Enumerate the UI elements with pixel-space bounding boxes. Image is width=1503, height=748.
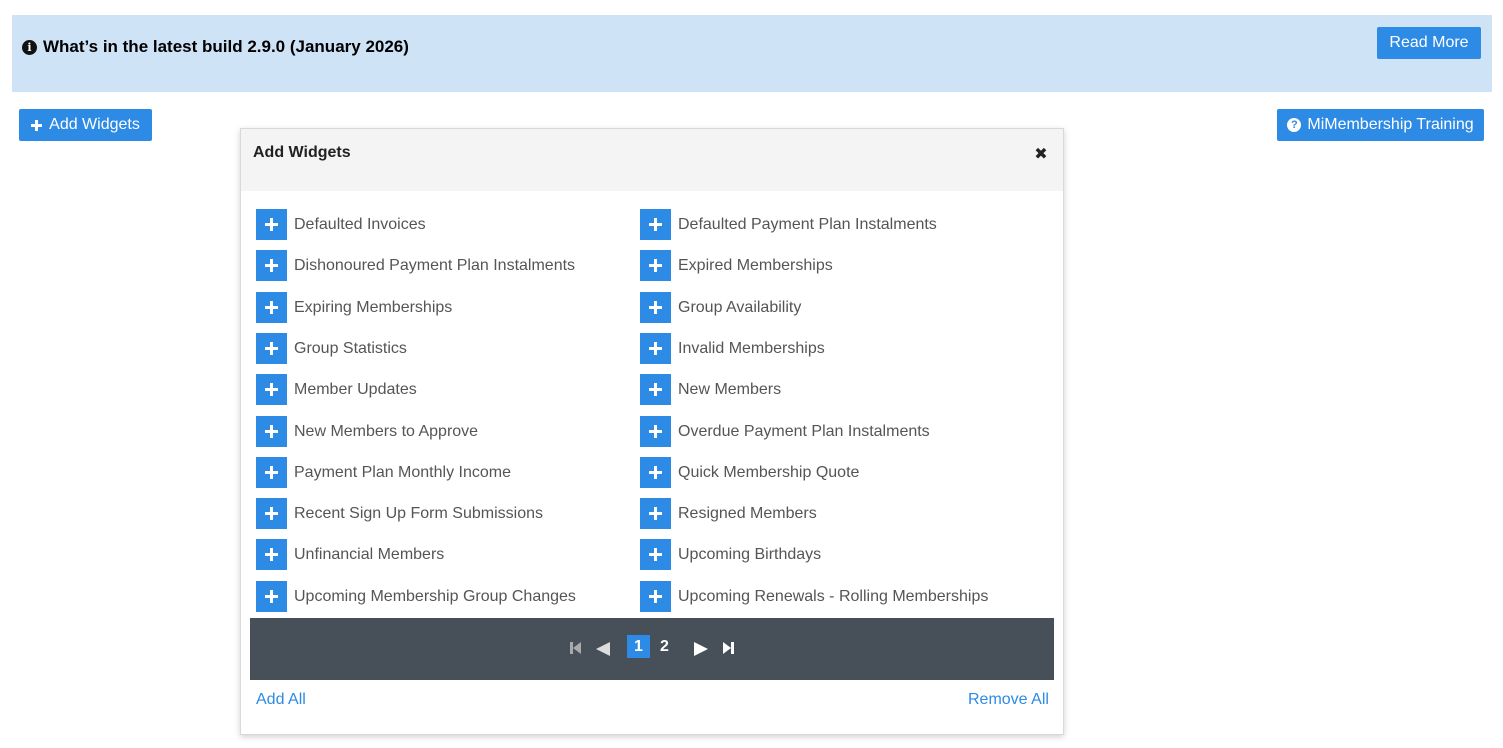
widget-label: Expired Memberships — [678, 256, 833, 274]
banner-title-row: i What’s in the latest build 2.9.0 (Janu… — [22, 37, 409, 57]
modal-title: Add Widgets — [253, 144, 351, 161]
add-widget-plus-icon[interactable] — [640, 333, 671, 364]
add-widget-plus-icon[interactable] — [256, 457, 287, 488]
widget-item[interactable]: Unfinancial Members — [256, 539, 444, 570]
close-icon[interactable]: ✖ — [1033, 146, 1049, 162]
widget-label: Defaulted Invoices — [294, 215, 426, 233]
add-widget-plus-icon[interactable] — [256, 333, 287, 364]
widget-label: Upcoming Membership Group Changes — [294, 587, 576, 605]
widget-item[interactable]: Expiring Memberships — [256, 292, 452, 323]
widget-label: Overdue Payment Plan Instalments — [678, 422, 930, 440]
add-widget-plus-icon[interactable] — [256, 581, 287, 612]
widget-item[interactable]: Expired Memberships — [640, 250, 833, 281]
widget-label: Upcoming Birthdays — [678, 545, 822, 563]
widget-item[interactable]: Resigned Members — [640, 498, 817, 529]
widget-label: Resigned Members — [678, 504, 817, 522]
widget-item[interactable]: Upcoming Membership Group Changes — [256, 581, 576, 612]
add-widget-plus-icon[interactable] — [640, 374, 671, 405]
add-widget-plus-icon[interactable] — [640, 498, 671, 529]
add-widget-plus-icon[interactable] — [640, 250, 671, 281]
remove-all-link[interactable]: Remove All — [968, 691, 1049, 709]
widget-label: Quick Membership Quote — [678, 463, 860, 481]
widget-label: Dishonoured Payment Plan Instalments — [294, 256, 576, 274]
widget-label: Recent Sign Up Form Submissions — [294, 504, 543, 522]
add-widget-plus-icon[interactable] — [640, 292, 671, 323]
widget-label: New Members — [678, 380, 782, 398]
widget-item[interactable]: Member Updates — [256, 374, 417, 405]
add-widgets-label: Add Widgets — [49, 116, 140, 133]
add-widgets-button[interactable]: Add Widgets — [19, 109, 152, 141]
widget-item[interactable]: Quick Membership Quote — [640, 457, 859, 488]
add-widget-plus-icon[interactable] — [640, 581, 671, 612]
release-banner: i What’s in the latest build 2.9.0 (Janu… — [12, 15, 1492, 92]
widget-item[interactable]: Payment Plan Monthly Income — [256, 457, 511, 488]
widget-item[interactable]: Defaulted Invoices — [256, 209, 426, 240]
add-widget-plus-icon[interactable] — [640, 457, 671, 488]
widget-label: Group Availability — [678, 298, 802, 316]
add-widget-plus-icon[interactable] — [256, 250, 287, 281]
add-all-link[interactable]: Add All — [256, 691, 306, 709]
question-circle-icon: ? — [1287, 118, 1302, 132]
add-widget-plus-icon[interactable] — [256, 209, 287, 240]
widget-label: Defaulted Payment Plan Instalments — [678, 215, 937, 233]
add-widget-plus-icon[interactable] — [640, 209, 671, 240]
widget-item[interactable]: Recent Sign Up Form Submissions — [256, 498, 543, 529]
add-widget-plus-icon[interactable] — [256, 539, 287, 570]
plus-icon — [31, 119, 43, 131]
widget-label: New Members to Approve — [294, 422, 479, 440]
widget-label: Invalid Memberships — [678, 339, 825, 357]
widget-item[interactable]: Defaulted Payment Plan Instalments — [640, 209, 937, 240]
widget-label: Group Statistics — [294, 339, 407, 357]
widget-item[interactable]: Overdue Payment Plan Instalments — [640, 416, 930, 447]
next-page-icon[interactable] — [693, 637, 709, 659]
widget-item[interactable]: Dishonoured Payment Plan Instalments — [256, 250, 575, 281]
read-more-button[interactable]: Read More — [1377, 27, 1481, 59]
page-button-1[interactable]: 1 — [627, 635, 650, 658]
add-widget-plus-icon[interactable] — [640, 416, 671, 447]
add-widget-plus-icon[interactable] — [256, 416, 287, 447]
add-widget-plus-icon[interactable] — [256, 374, 287, 405]
training-label: MiMembership Training — [1307, 116, 1474, 133]
add-widget-plus-icon[interactable] — [640, 539, 671, 570]
banner-title: What’s in the latest build 2.9.0 (Januar… — [43, 37, 409, 56]
widget-item[interactable]: Upcoming Renewals - Rolling Memberships — [640, 581, 988, 612]
page-button-2[interactable]: 2 — [653, 635, 676, 658]
widget-label: Unfinancial Members — [294, 545, 445, 563]
widget-label: Payment Plan Monthly Income — [294, 463, 511, 481]
widget-label: Member Updates — [294, 380, 417, 398]
add-widget-plus-icon[interactable] — [256, 498, 287, 529]
widget-label: Upcoming Renewals - Rolling Memberships — [678, 587, 989, 605]
modal-header: Add Widgets ✖ — [241, 129, 1063, 191]
add-widgets-modal: Add Widgets ✖ Defaulted Invoices Dishonou… — [240, 128, 1064, 735]
widget-item[interactable]: Group Statistics — [256, 333, 407, 364]
widget-item[interactable]: New Members — [640, 374, 781, 405]
widget-item[interactable]: Group Availability — [640, 292, 801, 323]
widget-item[interactable]: New Members to Approve — [256, 416, 478, 447]
last-page-icon[interactable] — [723, 637, 737, 659]
add-widget-plus-icon[interactable] — [256, 292, 287, 323]
training-button[interactable]: ? MiMembership Training — [1277, 109, 1484, 141]
widget-item[interactable]: Upcoming Birthdays — [640, 539, 821, 570]
widget-item[interactable]: Invalid Memberships — [640, 333, 825, 364]
info-circle-icon: i — [22, 39, 37, 55]
first-page-icon[interactable] — [569, 637, 583, 659]
widget-label: Expiring Memberships — [294, 298, 453, 316]
pagination-bar: 1 2 — [250, 618, 1054, 680]
prev-page-icon[interactable] — [595, 637, 611, 659]
